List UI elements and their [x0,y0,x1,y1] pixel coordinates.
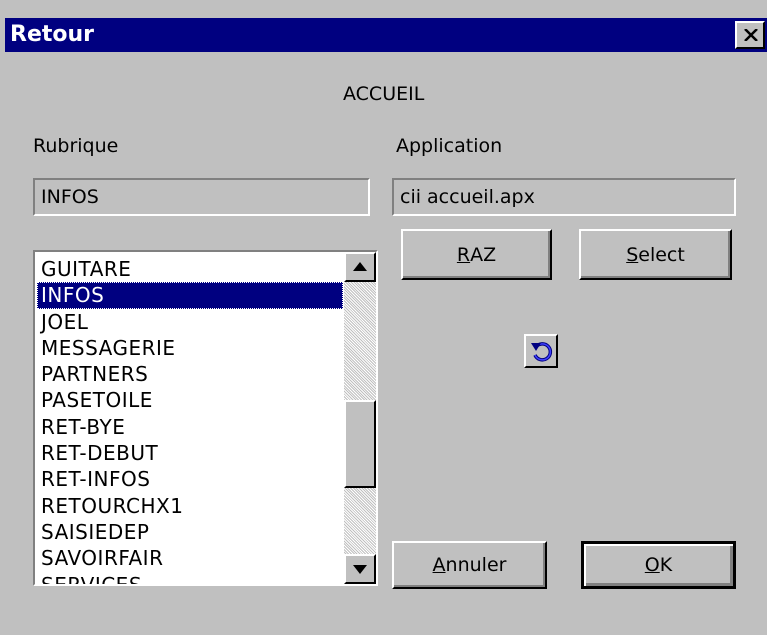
select-button[interactable]: Select [579,229,732,280]
list-item[interactable]: PASETOILE [37,387,343,413]
annuler-label: nnuler [445,554,507,576]
scroll-down-button[interactable] [344,554,376,584]
refresh-icon [531,342,553,362]
select-accel-key: S [626,243,639,266]
annuler-accel-key: A [432,554,446,576]
dialog-window: Retour ACCUEIL Rubrique Application INFO… [0,0,767,635]
ok-label: K [659,554,673,576]
scroll-down-arrow-icon [353,565,367,574]
raz-button[interactable]: R AZ [401,229,552,280]
page-heading: ACCUEIL [343,83,425,105]
list-item[interactable]: SAISIEDEP [37,519,343,545]
list-item[interactable]: SERVICES [37,572,343,584]
list-item[interactable]: GUITARE [37,256,343,282]
scroll-thumb[interactable] [344,400,376,488]
ok-accel-key: O [644,554,660,576]
list-item[interactable]: PARTNERS [37,361,343,387]
list-item[interactable]: SAVOIRFAIR [37,545,343,571]
annuler-button[interactable]: Annuler [392,541,547,589]
list-scrollbar[interactable] [344,252,376,584]
list-item[interactable]: RET-BYE [37,414,343,440]
select-label: elect [638,243,685,266]
application-label: Application [396,135,503,157]
window-title: Retour [10,22,95,47]
title-bar[interactable]: Retour [5,18,767,52]
scroll-up-button[interactable] [344,252,376,282]
list-item[interactable]: INFOS [37,282,343,309]
rubrique-label: Rubrique [33,135,119,157]
list-item[interactable]: RET-DEBUT [37,440,343,466]
list-item[interactable]: JOEL [37,309,343,335]
list-item[interactable]: RET-INFOS [37,466,343,492]
refresh-button[interactable] [524,334,558,368]
application-field[interactable]: cii accueil.apx [392,178,736,216]
scroll-up-arrow-icon [353,262,367,271]
list-item[interactable]: MESSAGERIE [37,335,343,361]
list-item[interactable]: RETOURCHX1 [37,493,343,519]
close-button[interactable] [735,21,765,49]
rubrique-field[interactable]: INFOS [33,178,370,216]
close-icon [744,29,758,41]
raz-accel-key: R [456,243,471,266]
raz-label: AZ [470,243,497,266]
rubrique-listbox[interactable]: GUITARE INFOS JOEL MESSAGERIE PARTNERS PASETO… [33,250,378,586]
rubrique-list[interactable]: GUITARE INFOS JOEL MESSAGERIE PARTNERS PASETO… [37,256,343,584]
ok-button[interactable]: OK [581,541,736,589]
